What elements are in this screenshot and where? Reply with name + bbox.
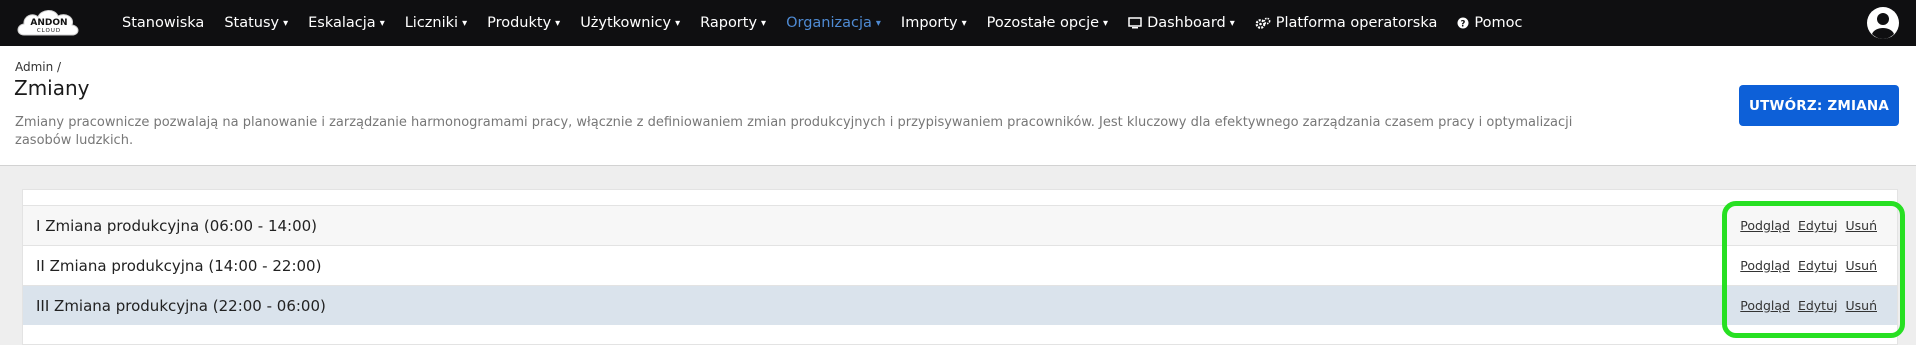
andon-cloud-logo[interactable]: ANDON CLOUD <box>14 3 84 43</box>
nav-item-label: Eskalacja <box>308 15 376 31</box>
nav-item-użytkownicy[interactable]: Użytkownicy ▾ <box>580 15 680 31</box>
nav-item-label: Organizacja <box>786 15 872 31</box>
main-menu: Stanowiska Statusy ▾ Eskalacja ▾ Liczniki ▾ Pro… <box>122 0 1542 46</box>
nav-item-label: Użytkownicy <box>580 15 672 31</box>
nav-item-label: Raporty <box>700 15 758 31</box>
breadcrumb[interactable]: Admin / <box>15 60 61 74</box>
svg-text:CLOUD: CLOUD <box>37 28 61 34</box>
caret-down-icon: ▾ <box>761 17 767 29</box>
nav-item-importy[interactable]: Importy ▾ <box>901 15 967 31</box>
shift-row: I Zmiana produkcyjna (06:00 - 14:00) Podg… <box>23 205 1897 245</box>
monitor-icon <box>1128 17 1142 29</box>
nav-item-label: Produkty <box>487 15 552 31</box>
nav-item-pomoc[interactable]: ? Pomoc <box>1457 15 1522 31</box>
caret-down-icon: ▾ <box>379 17 385 29</box>
nav-item-statusy[interactable]: Statusy ▾ <box>224 15 288 31</box>
edit-link[interactable]: Edytuj <box>1798 258 1838 273</box>
nav-item-label: Pozostałe opcje <box>986 15 1100 31</box>
top-navbar: ANDON CLOUD Stanowiska Statusy ▾ Eskalacja ▾… <box>0 0 1916 46</box>
shifts-list: I Zmiana produkcyjna (06:00 - 14:00) Podg… <box>22 189 1898 345</box>
nav-item-liczniki[interactable]: Liczniki ▾ <box>405 15 467 31</box>
nav-item-label: Pomoc <box>1474 15 1523 31</box>
nav-item-label: Platforma operatorska <box>1275 15 1438 31</box>
delete-link[interactable]: Usuń <box>1845 298 1877 313</box>
caret-down-icon: ▾ <box>283 17 289 29</box>
delete-link[interactable]: Usuń <box>1845 218 1877 233</box>
nav-item-dashboard[interactable]: Dashboard ▾ <box>1128 15 1235 31</box>
row-actions: Podgląd Edytuj Usuń <box>1740 258 1877 273</box>
shift-name: III Zmiana produkcyjna (22:00 - 06:00) <box>36 296 326 315</box>
svg-text:?: ? <box>1461 19 1466 29</box>
nav-item-label: Liczniki <box>404 15 459 31</box>
page-header: Admin / Zmiany Zmiany pracownicze pozwal… <box>0 46 1916 166</box>
nav-item-label: Importy <box>900 15 958 31</box>
nav-item-label: Stanowiska <box>122 15 205 31</box>
caret-down-icon: ▾ <box>875 17 881 29</box>
view-link[interactable]: Podgląd <box>1740 218 1790 233</box>
row-actions: Podgląd Edytuj Usuń <box>1740 298 1877 313</box>
nav-item-raporty[interactable]: Raporty ▾ <box>700 15 766 31</box>
view-link[interactable]: Podgląd <box>1740 258 1790 273</box>
create-shift-button[interactable]: UTWÓRZ: ZMIANA <box>1739 85 1899 126</box>
svg-text:ANDON: ANDON <box>30 18 67 28</box>
page-description: Zmiany pracownicze pozwalają na planowan… <box>15 115 1573 148</box>
caret-down-icon: ▾ <box>462 17 468 29</box>
cogs-icon <box>1255 17 1271 30</box>
nav-item-pozostałe-opcje[interactable]: Pozostałe opcje ▾ <box>987 15 1108 31</box>
caret-down-icon: ▾ <box>1229 17 1235 29</box>
nav-item-label: Statusy <box>224 15 280 31</box>
nav-item-organizacja[interactable]: Organizacja ▾ <box>786 15 881 31</box>
shift-name: II Zmiana produkcyjna (14:00 - 22:00) <box>36 256 322 275</box>
caret-down-icon: ▾ <box>555 17 561 29</box>
view-link[interactable]: Podgląd <box>1740 298 1790 313</box>
nav-item-eskalacja[interactable]: Eskalacja ▾ <box>308 15 385 31</box>
nav-item-stanowiska[interactable]: Stanowiska <box>122 15 204 31</box>
caret-down-icon: ▾ <box>1103 17 1109 29</box>
row-actions: Podgląd Edytuj Usuń <box>1740 218 1877 233</box>
caret-down-icon: ▾ <box>961 17 967 29</box>
content-area: I Zmiana produkcyjna (06:00 - 14:00) Podg… <box>0 166 1916 345</box>
edit-link[interactable]: Edytuj <box>1798 298 1838 313</box>
page-title: Zmiany <box>14 76 90 100</box>
user-circle-icon[interactable] <box>1866 6 1900 40</box>
caret-down-icon: ▾ <box>675 17 681 29</box>
shift-name: I Zmiana produkcyjna (06:00 - 14:00) <box>36 216 318 235</box>
nav-item-produkty[interactable]: Produkty ▾ <box>487 15 560 31</box>
nav-item-label: Dashboard <box>1147 15 1226 31</box>
shift-row: III Zmiana produkcyjna (22:00 - 06:00) Po… <box>23 285 1897 325</box>
question-circle-icon: ? <box>1457 17 1469 29</box>
delete-link[interactable]: Usuń <box>1845 258 1877 273</box>
nav-item-platforma-operatorska[interactable]: Platforma operatorska <box>1255 15 1438 31</box>
edit-link[interactable]: Edytuj <box>1798 218 1838 233</box>
shift-row: II Zmiana produkcyjna (14:00 - 22:00) Pod… <box>23 245 1897 285</box>
